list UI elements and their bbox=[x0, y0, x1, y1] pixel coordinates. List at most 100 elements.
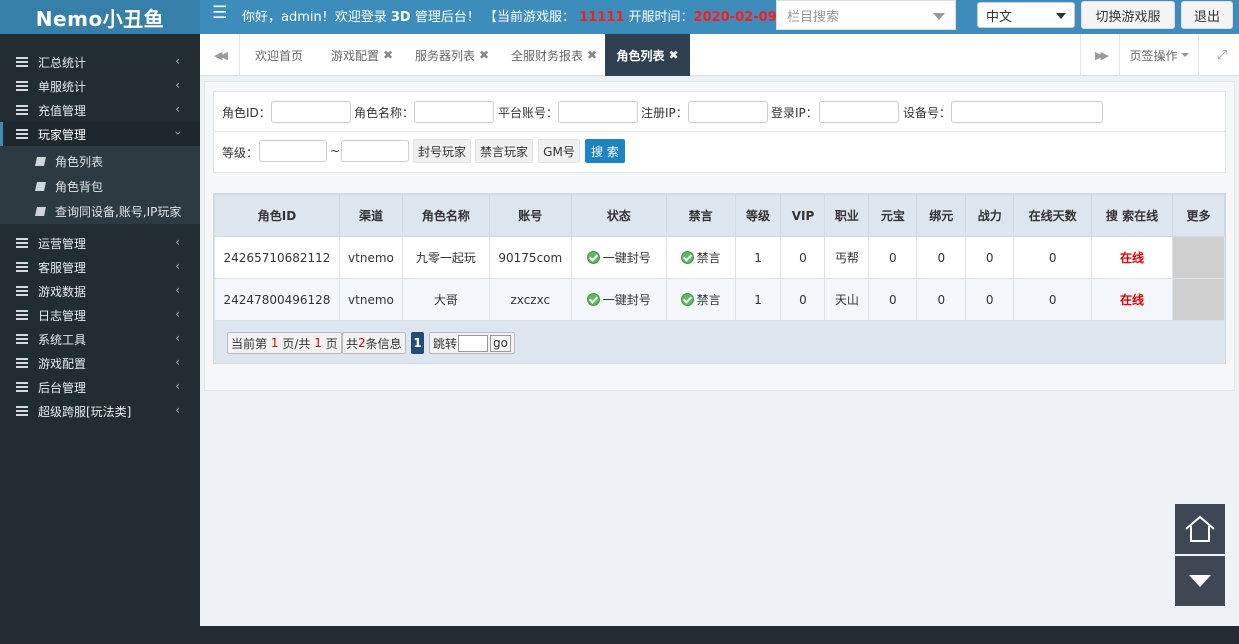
tab-scroll-left-icon[interactable]: ◀◀ bbox=[200, 34, 240, 76]
sidebar-item-server-stats[interactable]: 单服统计 ‹ bbox=[0, 74, 200, 98]
column-header[interactable]: 职业 bbox=[824, 194, 870, 237]
cell-more[interactable] bbox=[1171, 278, 1226, 321]
fullscreen-icon[interactable]: ⤢ bbox=[1205, 34, 1239, 76]
players-submenu: 角色列表 角色背包 查询同设备,账号,IP玩家 bbox=[0, 146, 200, 224]
sidebar-subitem-role-list[interactable]: 角色列表 bbox=[0, 148, 200, 174]
menu-toggle-icon[interactable]: ☰ bbox=[212, 3, 227, 23]
search-form: 角色ID： 角色名称： 平台账号： 注册IP： 登录IP： 设备号： 等级： ~… bbox=[213, 91, 1226, 173]
menu-icon bbox=[16, 55, 28, 69]
ban-account-button[interactable]: 一键封号 bbox=[586, 251, 651, 265]
close-icon[interactable]: ✖ bbox=[383, 48, 393, 62]
sidebar-item-operations[interactable]: 运营管理 ‹ bbox=[0, 231, 200, 255]
jump-page-input[interactable] bbox=[458, 334, 489, 352]
sidebar-item-summary-stats[interactable]: 汇总统计 ‹ bbox=[0, 50, 200, 74]
column-search-select[interactable]: 栏目搜索 bbox=[776, 0, 956, 30]
tab-role-list[interactable]: 角色列表 ✖ bbox=[605, 34, 690, 76]
ban-account-button[interactable]: 一键封号 bbox=[586, 293, 651, 307]
column-header[interactable]: 更多 bbox=[1171, 194, 1226, 237]
cell-role-id: 24265710682112 bbox=[214, 236, 340, 279]
chevron-left-icon: ‹ bbox=[175, 307, 180, 321]
cell-bind-yuanbao: 0 bbox=[916, 236, 967, 279]
column-header[interactable]: 等级 bbox=[734, 194, 782, 237]
home-icon bbox=[1185, 515, 1215, 542]
pager-total-info: 共 2 条信息 bbox=[342, 332, 406, 354]
column-header[interactable]: 禁言 bbox=[665, 194, 736, 237]
logout-button[interactable]: 退出 bbox=[1181, 1, 1233, 29]
pager-current-page: 当前第 1 页/共 1 页 bbox=[227, 332, 342, 354]
register-ip-input[interactable] bbox=[688, 101, 768, 123]
device-id-input[interactable] bbox=[951, 101, 1103, 123]
search-button[interactable]: 搜 索 bbox=[585, 139, 625, 163]
role-table: 角色ID 渠道 角色名称 账号 状态 禁言 等级 VIP 职业 元宝 绑元 战力… bbox=[214, 194, 1226, 321]
mute-player-button[interactable]: 禁言玩家 bbox=[475, 139, 533, 163]
cell-account: 90175com bbox=[488, 236, 572, 279]
column-header[interactable]: 角色ID bbox=[214, 194, 340, 237]
sidebar-item-game-data[interactable]: 游戏数据 ‹ bbox=[0, 279, 200, 303]
scroll-down-button[interactable] bbox=[1175, 556, 1225, 606]
cell-vip: 0 bbox=[780, 278, 826, 321]
gm-button[interactable]: GM号 bbox=[538, 139, 580, 163]
chevron-left-icon: ‹ bbox=[175, 54, 180, 68]
column-header[interactable]: VIP bbox=[780, 194, 826, 237]
column-header[interactable]: 元宝 bbox=[868, 194, 918, 237]
sidebar-item-customer-service[interactable]: 客服管理 ‹ bbox=[0, 255, 200, 279]
mute-button[interactable]: 禁言 bbox=[680, 251, 721, 265]
column-header[interactable]: 绑元 bbox=[916, 194, 967, 237]
column-header[interactable]: 搜 索在线 bbox=[1091, 194, 1173, 237]
cell-power: 0 bbox=[965, 278, 1015, 321]
book-icon bbox=[35, 206, 46, 216]
menu-icon bbox=[16, 79, 28, 93]
check-circle-icon bbox=[586, 251, 600, 264]
book-icon bbox=[35, 156, 46, 166]
menu-icon bbox=[16, 236, 28, 250]
pager-page-1-button[interactable]: 1 bbox=[411, 332, 424, 354]
column-header[interactable]: 在线天数 bbox=[1013, 194, 1093, 237]
cell-yuanbao: 0 bbox=[868, 278, 918, 321]
column-header[interactable]: 渠道 bbox=[338, 194, 403, 237]
close-icon[interactable]: ✖ bbox=[668, 48, 678, 62]
chevron-down-icon bbox=[1180, 53, 1189, 57]
sidebar-item-logs[interactable]: 日志管理 ‹ bbox=[0, 303, 200, 327]
go-button[interactable]: go bbox=[490, 334, 511, 352]
cell-level: 1 bbox=[734, 236, 782, 279]
platform-account-input[interactable] bbox=[558, 101, 638, 123]
sidebar-subitem-role-bag[interactable]: 角色背包 bbox=[0, 173, 200, 199]
sidebar-item-cross-server[interactable]: 超级跨服[玩法类] ‹ bbox=[0, 399, 200, 423]
column-header[interactable]: 状态 bbox=[570, 194, 667, 237]
cell-status: 一键封号 bbox=[570, 278, 667, 321]
mute-button[interactable]: 禁言 bbox=[680, 293, 721, 307]
sidebar-subitem-query-same[interactable]: 查询同设备,账号,IP玩家 bbox=[0, 198, 200, 224]
chevron-left-icon: ‹ bbox=[175, 259, 180, 273]
close-icon[interactable]: ✖ bbox=[479, 48, 489, 62]
page-ops-dropdown[interactable]: 页签操作 bbox=[1119, 34, 1199, 76]
sidebar: 汇总统计 ‹ 单服统计 ‹ 充值管理 ‹ 玩家管理 ‹ 角色列表 角色背包 查询同设备,… bbox=[0, 34, 200, 644]
sidebar-item-players[interactable]: 玩家管理 ‹ bbox=[0, 122, 200, 146]
level-min-input[interactable] bbox=[259, 140, 327, 162]
tab-finance-report[interactable]: 全服财务报表 ✖ bbox=[504, 34, 604, 76]
sidebar-item-system-tools[interactable]: 系统工具 ‹ bbox=[0, 327, 200, 351]
cell-channel: vtnemo bbox=[338, 236, 403, 279]
role-id-input[interactable] bbox=[271, 101, 351, 123]
device-id-label: 设备号： bbox=[903, 106, 952, 120]
ban-player-button[interactable]: 封号玩家 bbox=[413, 139, 471, 163]
sidebar-item-admin[interactable]: 后台管理 ‹ bbox=[0, 375, 200, 399]
tab-server-list[interactable]: 服务器列表 ✖ bbox=[408, 34, 496, 76]
language-select[interactable]: 中文 bbox=[977, 2, 1075, 28]
switch-server-button[interactable]: 切换游戏服 bbox=[1081, 1, 1175, 29]
chevron-down-icon: ‹ bbox=[170, 130, 185, 136]
tab-scroll-right-icon[interactable]: ▶▶ bbox=[1080, 34, 1120, 76]
login-ip-input[interactable] bbox=[819, 101, 899, 123]
level-max-input[interactable] bbox=[341, 140, 409, 162]
role-name-input[interactable] bbox=[414, 101, 494, 123]
cell-yuanbao: 0 bbox=[868, 236, 918, 279]
tab-welcome[interactable]: 欢迎首页 bbox=[242, 34, 316, 76]
tab-game-config[interactable]: 游戏配置 ✖ bbox=[324, 34, 400, 76]
close-icon[interactable]: ✖ bbox=[587, 48, 597, 62]
sidebar-item-game-config[interactable]: 游戏配置 ‹ bbox=[0, 351, 200, 375]
column-header[interactable]: 战力 bbox=[965, 194, 1015, 237]
cell-more[interactable] bbox=[1171, 236, 1226, 279]
column-header[interactable]: 角色名称 bbox=[401, 194, 490, 237]
column-header[interactable]: 账号 bbox=[488, 194, 572, 237]
sidebar-item-recharge[interactable]: 充值管理 ‹ bbox=[0, 98, 200, 122]
home-button[interactable] bbox=[1175, 504, 1225, 554]
